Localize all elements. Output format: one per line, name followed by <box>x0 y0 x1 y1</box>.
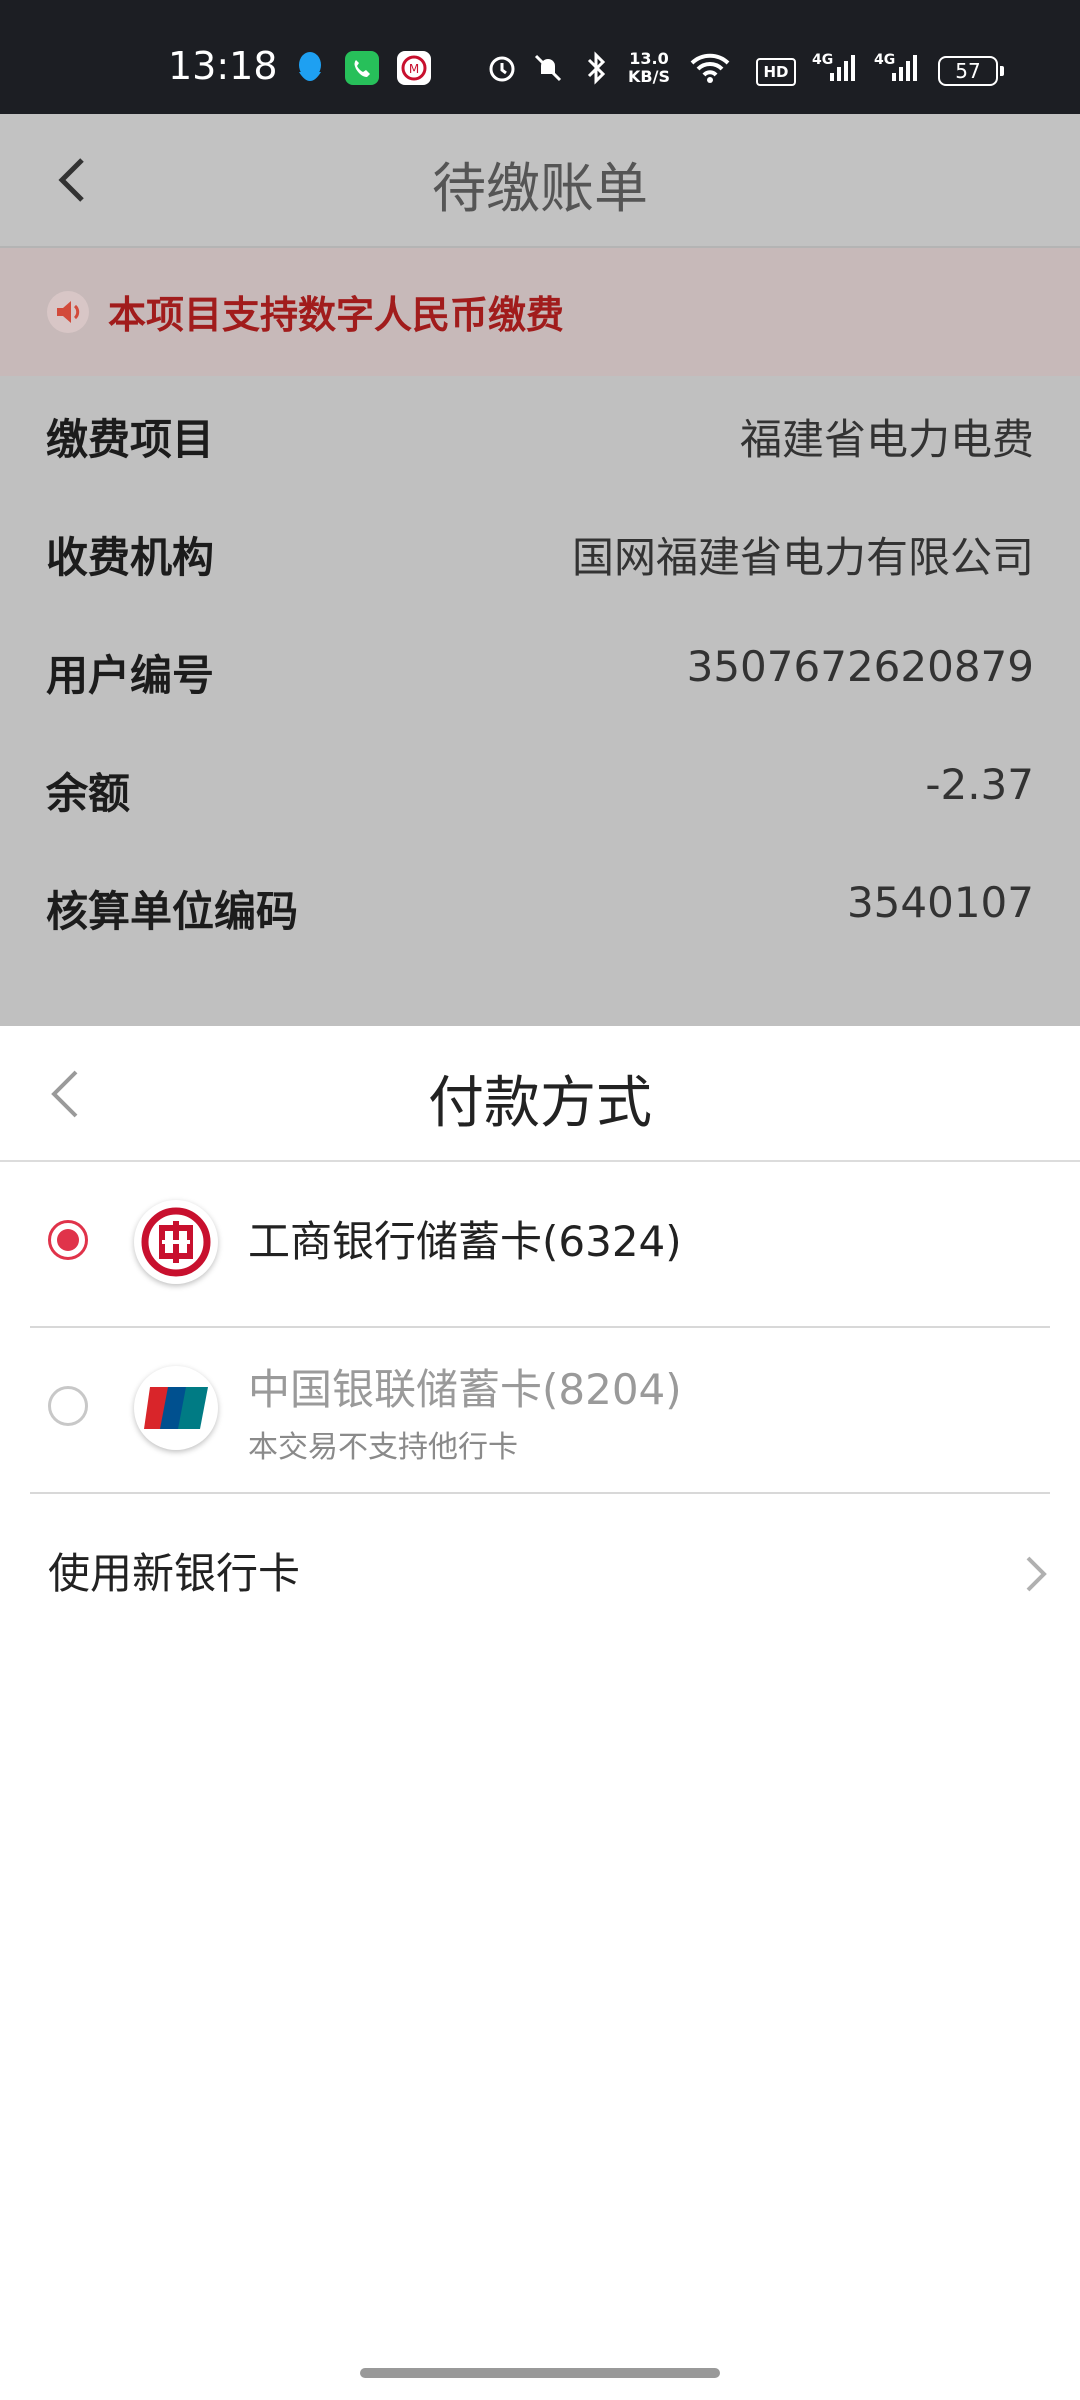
signal-icon-2 <box>888 48 922 88</box>
info-value: 3507672620879 <box>686 642 1034 691</box>
status-bar: 13:18 M 13.0 KB/S HD 4G 4G 57 <box>0 0 1080 114</box>
icbc-logo <box>134 1200 218 1284</box>
info-label: 缴费项目 <box>46 415 215 464</box>
mute-icon <box>530 48 566 88</box>
info-value: 福建省电力电费 <box>739 415 1034 464</box>
info-value: 3540107 <box>846 878 1034 927</box>
info-label: 余额 <box>46 769 131 818</box>
net-speed: 13.0 KB/S <box>628 49 670 86</box>
signal-icon <box>826 48 860 88</box>
info-row: 核算单位编码 3540107 <box>0 848 1080 966</box>
payment-method-sheet: 付款方式 工商银行储蓄卡(6324) 中国银联储蓄卡(8204) 本交易不支持他… <box>0 1026 1080 2400</box>
home-indicator[interactable] <box>360 2368 720 2378</box>
bank-app-icon: M <box>396 48 432 88</box>
payment-option-icbc[interactable]: 工商银行储蓄卡(6324) <box>30 1162 1050 1328</box>
sheet-title: 付款方式 <box>428 1071 652 1136</box>
phone-icon <box>344 48 380 88</box>
payment-option-unionpay: 中国银联储蓄卡(8204) 本交易不支持他行卡 <box>30 1328 1050 1494</box>
status-time: 13:18 <box>168 44 278 88</box>
bill-page-background: 待缴账单 本项目支持数字人民币缴费 缴费项目 福建省电力电费 收费机构 国网福建… <box>0 114 1080 1026</box>
info-value: -2.37 <box>925 760 1034 809</box>
notice-text: 本项目支持数字人民币缴费 <box>108 293 565 337</box>
info-value: 国网福建省电力有限公司 <box>571 533 1034 582</box>
bluetooth-icon <box>578 48 614 88</box>
unionpay-logo <box>134 1366 218 1450</box>
info-row: 用户编号 3507672620879 <box>0 612 1080 730</box>
info-label: 核算单位编码 <box>46 887 299 936</box>
notice-banner: 本项目支持数字人民币缴费 <box>0 248 1080 376</box>
radio-selected[interactable] <box>48 1220 88 1260</box>
speaker-icon <box>46 290 90 334</box>
info-label: 用户编号 <box>46 651 215 700</box>
info-row: 收费机构 国网福建省电力有限公司 <box>0 494 1080 612</box>
hd-badge: HD <box>756 58 796 86</box>
card-name: 工商银行储蓄卡(6324) <box>248 1217 682 1266</box>
card-note: 本交易不支持他行卡 <box>248 1430 518 1465</box>
info-label: 收费机构 <box>46 533 215 582</box>
sheet-header: 付款方式 <box>0 1026 1080 1162</box>
chevron-right-icon <box>1020 1552 1050 1596</box>
alarm-icon <box>484 48 520 88</box>
qq-icon <box>292 48 328 88</box>
card-name: 中国银联储蓄卡(8204) <box>248 1365 682 1414</box>
page-title: 待缴账单 <box>432 157 648 220</box>
info-row: 余额 -2.37 <box>0 730 1080 848</box>
svg-text:M: M <box>409 62 419 76</box>
wifi-icon <box>688 48 732 88</box>
radio-unselected <box>48 1386 88 1426</box>
info-row: 缴费项目 福建省电力电费 <box>0 376 1080 494</box>
battery-icon: 57 <box>938 56 1004 86</box>
bill-page-header: 待缴账单 <box>0 114 1080 248</box>
use-new-card-row[interactable]: 使用新银行卡 <box>30 1492 1050 1656</box>
use-new-card-label: 使用新银行卡 <box>48 1549 301 1598</box>
